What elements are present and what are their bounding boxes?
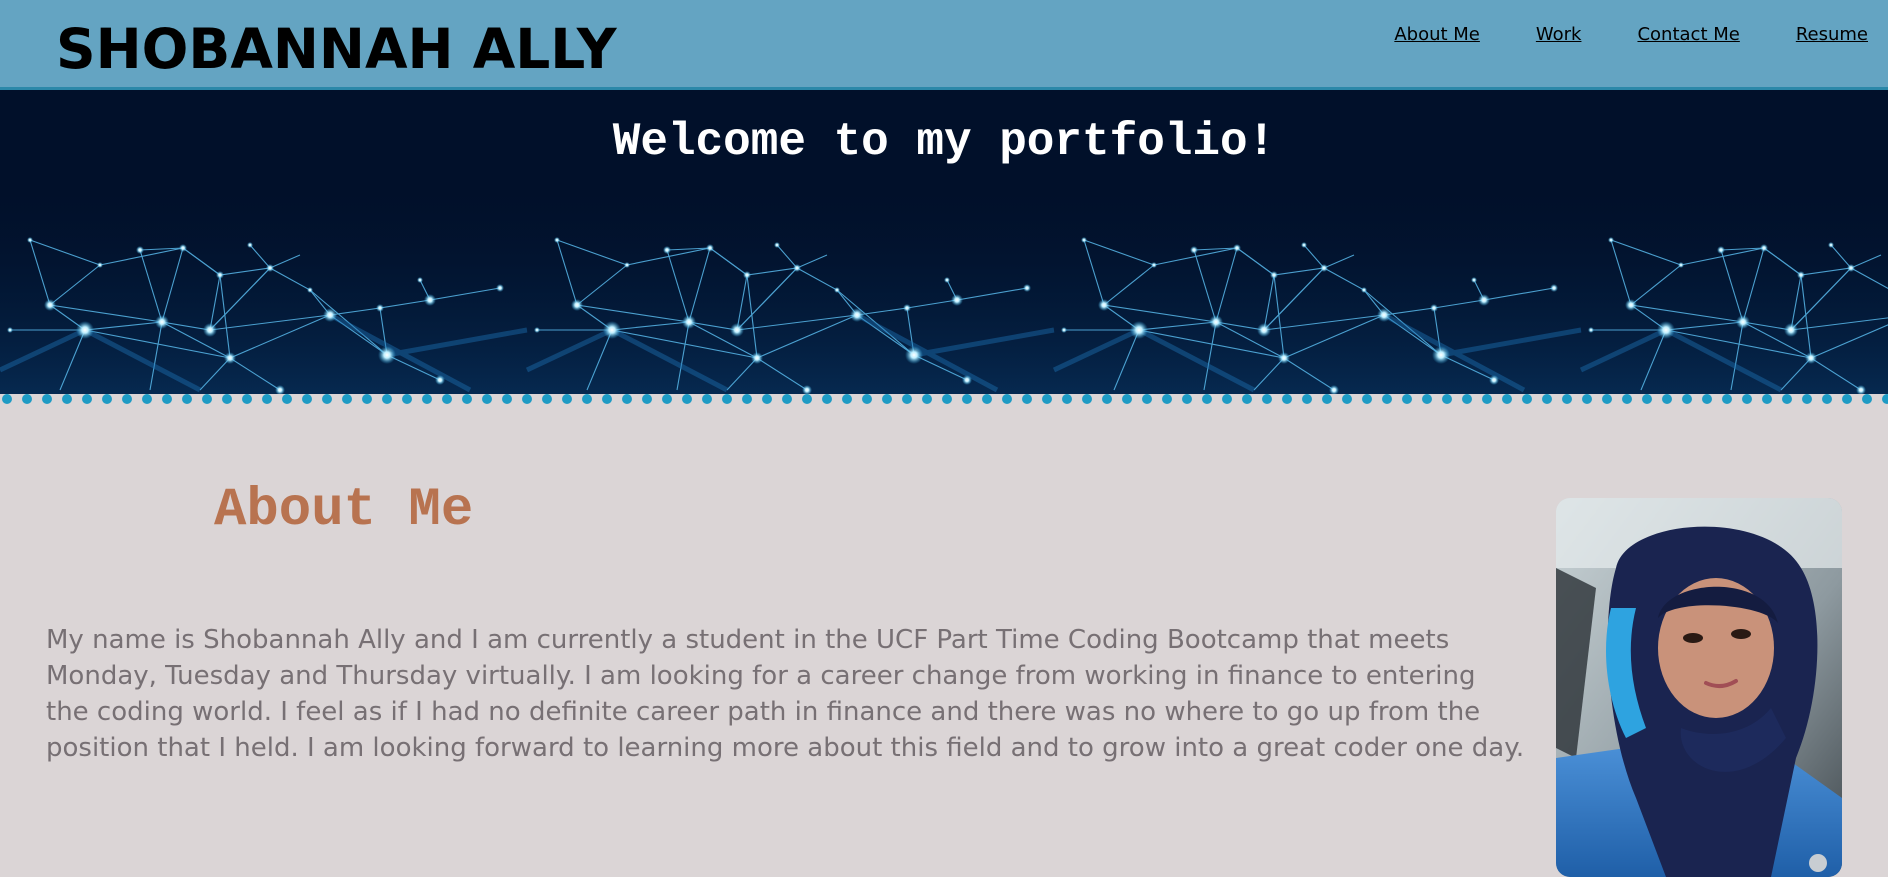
nav-link-contact-me[interactable]: Contact Me xyxy=(1637,23,1739,47)
main-nav: About Me Work Contact Me Resume xyxy=(1394,23,1868,47)
site-name: SHOBANNAH ALLY xyxy=(56,17,617,81)
profile-photo-illustration xyxy=(1556,498,1842,877)
about-heading: About Me xyxy=(214,480,474,541)
profile-photo xyxy=(1556,498,1842,877)
dotted-divider xyxy=(0,392,1888,406)
site-header: SHOBANNAH ALLY About Me Work Contact Me … xyxy=(0,0,1888,90)
nav-item-about: About Me xyxy=(1394,23,1480,47)
nav-link-resume[interactable]: Resume xyxy=(1796,23,1868,47)
nav-link-about-me[interactable]: About Me xyxy=(1394,23,1480,47)
hero-title: Welcome to my portfolio! xyxy=(612,116,1276,168)
nav-item-resume: Resume xyxy=(1796,23,1868,47)
nav-item-work: Work xyxy=(1536,23,1582,47)
about-description: My name is Shobannah Ally and I am curre… xyxy=(46,625,1525,763)
nav-link-work[interactable]: Work xyxy=(1536,23,1582,47)
nav-item-contact: Contact Me xyxy=(1637,23,1739,47)
hero-banner: Welcome to my portfolio! xyxy=(0,90,1888,394)
